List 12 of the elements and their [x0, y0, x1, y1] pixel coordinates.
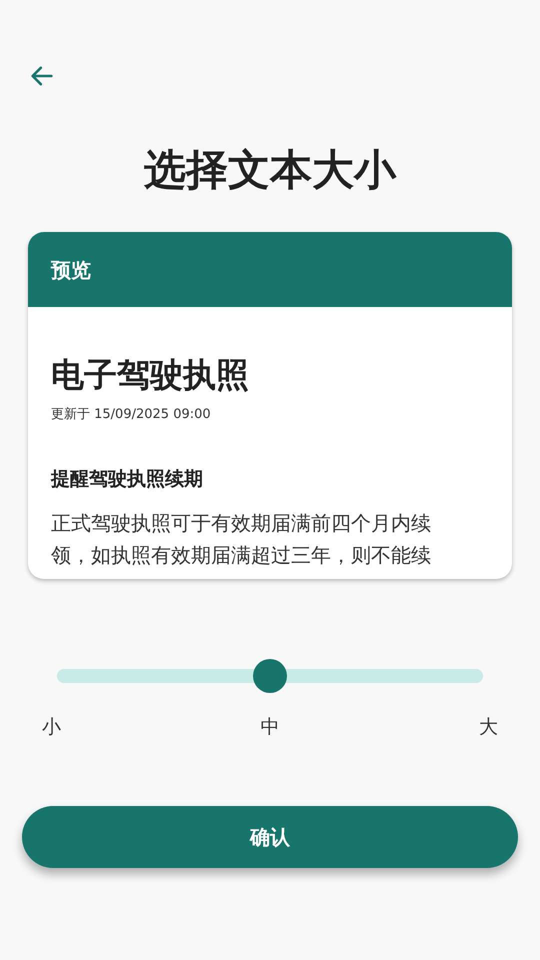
slider-thumb[interactable]: [253, 659, 287, 693]
size-label: 小: [42, 715, 61, 740]
preview-heading: 电子驾驶执照: [51, 354, 250, 396]
size-label: 中: [260, 715, 280, 740]
body-text-line: 领，如执照有效期届满超过三年，则不能续: [51, 542, 432, 569]
size-label: 大: [479, 715, 498, 740]
page-title: 选择文本大小: [143, 144, 398, 196]
card-header: 预览: [51, 256, 91, 284]
confirm-button[interactable]: 确认: [22, 806, 518, 868]
preview-subheading: 提醒驾驶执照续期: [51, 466, 204, 492]
updated-text: 更新于 15/09/2025 09:00: [51, 406, 212, 424]
body-text-line: 正式驾驶执照可于有效期届满前四个月内续: [51, 510, 432, 537]
